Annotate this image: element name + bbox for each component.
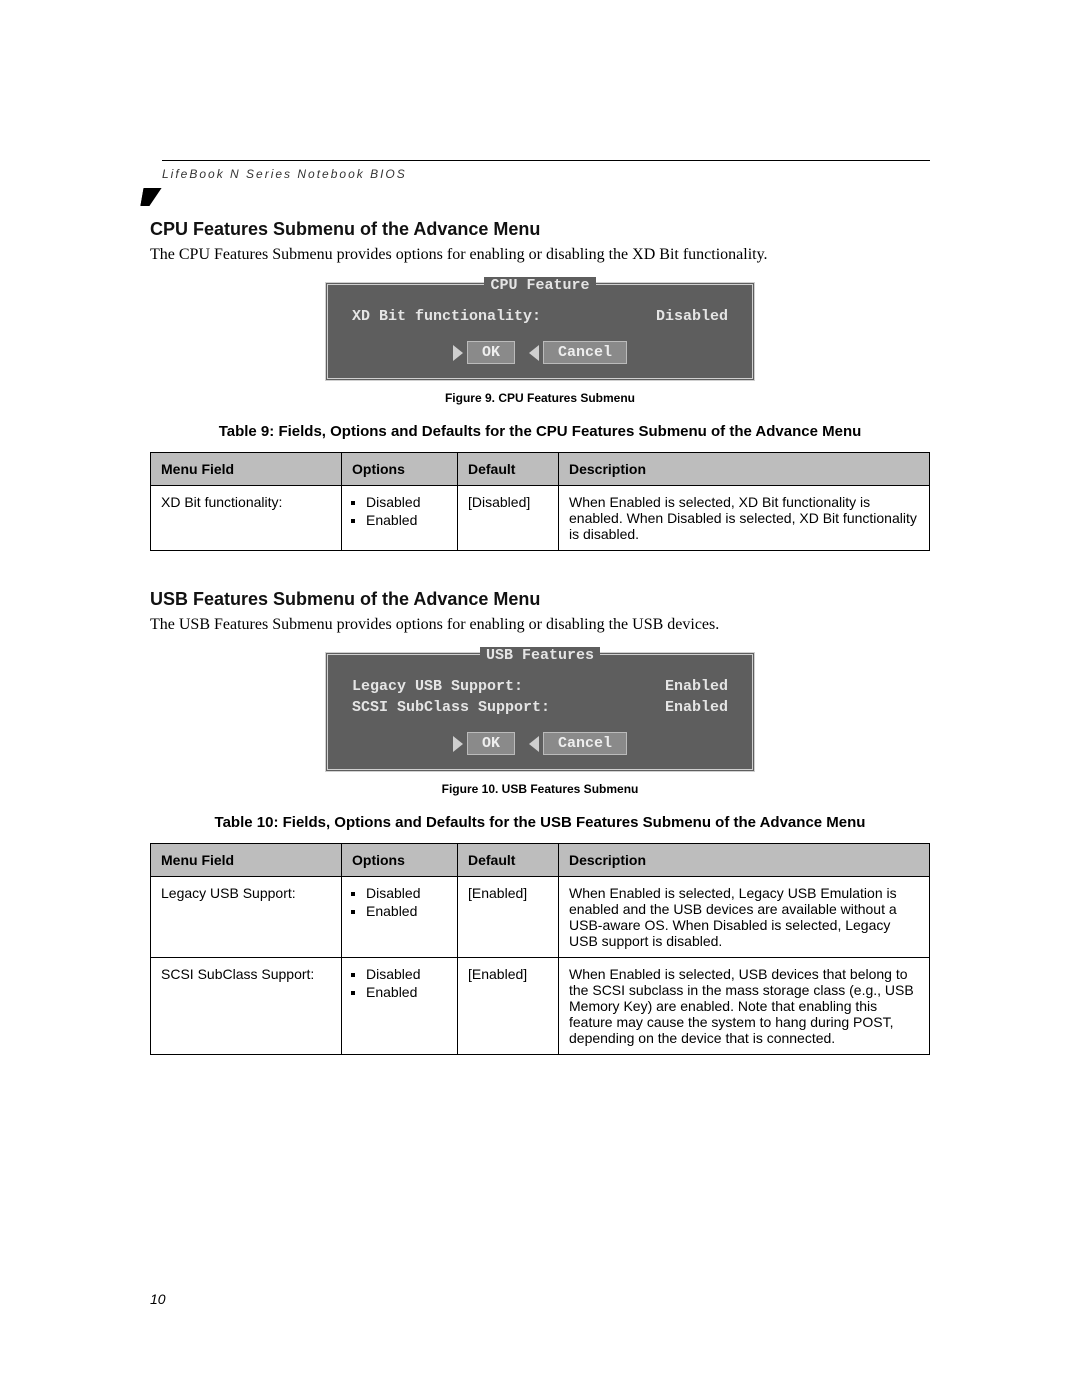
- th-menu-field: Menu Field: [151, 844, 342, 877]
- cpu-section-intro: The CPU Features Submenu provides option…: [150, 246, 930, 264]
- table-9: Menu Field Options Default Description X…: [150, 452, 930, 551]
- cpu-bios-title: CPU Feature: [484, 277, 595, 294]
- table-row: XD Bit functionality: Disabled Enabled […: [151, 486, 930, 551]
- corner-mark-icon: [140, 188, 161, 206]
- th-description: Description: [559, 844, 930, 877]
- table-row: SCSI SubClass Support: Disabled Enabled …: [151, 958, 930, 1055]
- cpu-bios-box: CPU Feature XD Bit functionality: Disabl…: [325, 282, 755, 381]
- running-header: LifeBook N Series Notebook BIOS: [150, 161, 930, 181]
- th-options: Options: [342, 453, 458, 486]
- cpu-cancel-button[interactable]: Cancel: [529, 341, 627, 364]
- page-number: 10: [150, 1291, 166, 1307]
- usb-bios-legacy-label: Legacy USB Support:: [352, 678, 523, 695]
- arrow-left-icon: [529, 345, 539, 361]
- th-default: Default: [458, 844, 559, 877]
- figure-10-caption: Figure 10. USB Features Submenu: [150, 782, 930, 796]
- usb-bios-box: USB Features Legacy USB Support: Enabled…: [325, 652, 755, 772]
- table-9-title: Table 9: Fields, Options and Defaults fo…: [150, 423, 930, 440]
- usb-section-intro: The USB Features Submenu provides option…: [150, 616, 930, 634]
- cpu-bios-field-value: Disabled: [656, 308, 728, 325]
- table-10: Menu Field Options Default Description L…: [150, 843, 930, 1055]
- table-row: Legacy USB Support: Disabled Enabled [En…: [151, 877, 930, 958]
- usb-bios-legacy-value: Enabled: [665, 678, 728, 695]
- usb-bios-scsi-label: SCSI SubClass Support:: [352, 699, 550, 716]
- usb-section-heading: USB Features Submenu of the Advance Menu: [150, 589, 930, 610]
- cpu-bios-field-label: XD Bit functionality:: [352, 308, 541, 325]
- table-10-title: Table 10: Fields, Options and Defaults f…: [150, 814, 930, 831]
- th-menu-field: Menu Field: [151, 453, 342, 486]
- th-description: Description: [559, 453, 930, 486]
- arrow-right-icon: [453, 736, 463, 752]
- arrow-right-icon: [453, 345, 463, 361]
- usb-cancel-button[interactable]: Cancel: [529, 732, 627, 755]
- usb-bios-scsi-value: Enabled: [665, 699, 728, 716]
- th-default: Default: [458, 453, 559, 486]
- usb-bios-title: USB Features: [480, 647, 600, 664]
- cpu-section-heading: CPU Features Submenu of the Advance Menu: [150, 219, 930, 240]
- cpu-ok-button[interactable]: OK: [453, 341, 515, 364]
- th-options: Options: [342, 844, 458, 877]
- figure-9-caption: Figure 9. CPU Features Submenu: [150, 391, 930, 405]
- usb-ok-button[interactable]: OK: [453, 732, 515, 755]
- arrow-left-icon: [529, 736, 539, 752]
